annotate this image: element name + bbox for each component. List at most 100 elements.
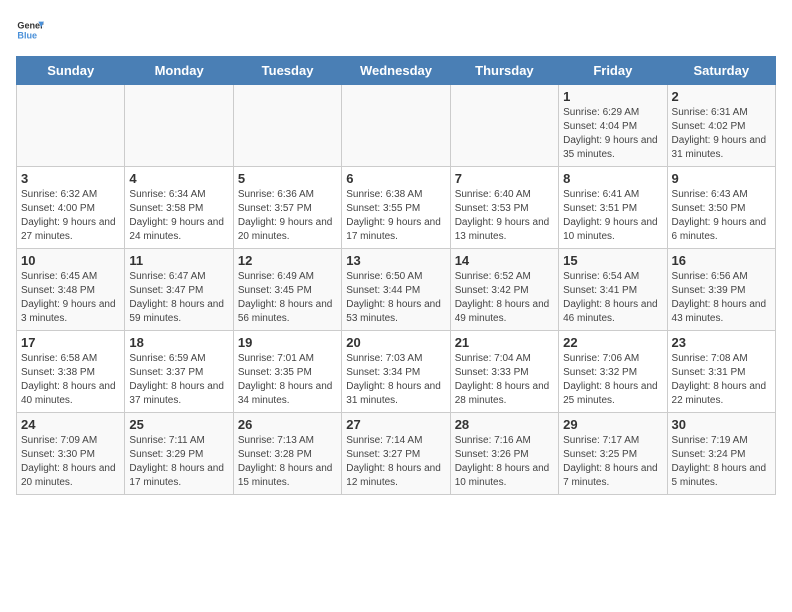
day-cell: 13 Sunrise: 6:50 AM Sunset: 3:44 PM Dayli… [342, 249, 450, 331]
day-cell: 6 Sunrise: 6:38 AM Sunset: 3:55 PM Daylig… [342, 167, 450, 249]
calendar-table: SundayMondayTuesdayWednesdayThursdayFrid… [16, 56, 776, 495]
day-number: 20 [346, 335, 445, 350]
day-info: Sunrise: 6:59 AM Sunset: 3:37 PM Dayligh… [129, 352, 228, 408]
day-number: 12 [238, 253, 337, 268]
day-cell: 16 Sunrise: 6:56 AM Sunset: 3:39 PM Dayli… [667, 249, 775, 331]
day-info: Sunrise: 6:29 AM Sunset: 4:04 PM Dayligh… [563, 106, 662, 162]
day-number: 29 [563, 417, 662, 432]
day-cell: 3 Sunrise: 6:32 AM Sunset: 4:00 PM Daylig… [17, 167, 125, 249]
day-number: 18 [129, 335, 228, 350]
day-info: Sunrise: 6:54 AM Sunset: 3:41 PM Dayligh… [563, 270, 662, 326]
day-info: Sunrise: 6:47 AM Sunset: 3:47 PM Dayligh… [129, 270, 228, 326]
svg-text:Blue: Blue [17, 30, 37, 40]
day-info: Sunrise: 7:13 AM Sunset: 3:28 PM Dayligh… [238, 434, 337, 490]
weekday-header-tuesday: Tuesday [233, 57, 341, 85]
day-cell: 18 Sunrise: 6:59 AM Sunset: 3:37 PM Dayli… [125, 331, 233, 413]
weekday-header-friday: Friday [559, 57, 667, 85]
day-number: 15 [563, 253, 662, 268]
day-cell: 23 Sunrise: 7:08 AM Sunset: 3:31 PM Dayli… [667, 331, 775, 413]
week-row-2: 3 Sunrise: 6:32 AM Sunset: 4:00 PM Daylig… [17, 167, 776, 249]
day-number: 3 [21, 171, 120, 186]
day-cell: 28 Sunrise: 7:16 AM Sunset: 3:26 PM Dayli… [450, 413, 558, 495]
day-info: Sunrise: 6:43 AM Sunset: 3:50 PM Dayligh… [672, 188, 771, 244]
day-cell: 11Sunrise: 6:47 AM Sunset: 3:47 PM Dayli… [125, 249, 233, 331]
weekday-header-thursday: Thursday [450, 57, 558, 85]
day-info: Sunrise: 6:36 AM Sunset: 3:57 PM Dayligh… [238, 188, 337, 244]
day-info: Sunrise: 6:31 AM Sunset: 4:02 PM Dayligh… [672, 106, 771, 162]
day-number: 22 [563, 335, 662, 350]
day-info: Sunrise: 7:03 AM Sunset: 3:34 PM Dayligh… [346, 352, 445, 408]
day-cell: 22 Sunrise: 7:06 AM Sunset: 3:32 PM Dayli… [559, 331, 667, 413]
day-number: 30 [672, 417, 771, 432]
day-cell [17, 85, 125, 167]
day-cell [125, 85, 233, 167]
weekday-header-monday: Monday [125, 57, 233, 85]
day-info: Sunrise: 6:58 AM Sunset: 3:38 PM Dayligh… [21, 352, 120, 408]
day-cell: 5 Sunrise: 6:36 AM Sunset: 3:57 PM Daylig… [233, 167, 341, 249]
day-cell: 12 Sunrise: 6:49 AM Sunset: 3:45 PM Dayli… [233, 249, 341, 331]
day-info: Sunrise: 6:38 AM Sunset: 3:55 PM Dayligh… [346, 188, 445, 244]
day-number: 16 [672, 253, 771, 268]
day-cell [233, 85, 341, 167]
day-cell: 14 Sunrise: 6:52 AM Sunset: 3:42 PM Dayli… [450, 249, 558, 331]
day-info: Sunrise: 7:01 AM Sunset: 3:35 PM Dayligh… [238, 352, 337, 408]
weekday-header-row: SundayMondayTuesdayWednesdayThursdayFrid… [17, 57, 776, 85]
day-cell: 1 Sunrise: 6:29 AM Sunset: 4:04 PM Daylig… [559, 85, 667, 167]
day-cell: 20 Sunrise: 7:03 AM Sunset: 3:34 PM Dayli… [342, 331, 450, 413]
day-number: 21 [455, 335, 554, 350]
day-number: 27 [346, 417, 445, 432]
day-info: Sunrise: 6:34 AM Sunset: 3:58 PM Dayligh… [129, 188, 228, 244]
day-cell: 7 Sunrise: 6:40 AM Sunset: 3:53 PM Daylig… [450, 167, 558, 249]
day-cell: 30 Sunrise: 7:19 AM Sunset: 3:24 PM Dayli… [667, 413, 775, 495]
day-number: 24 [21, 417, 120, 432]
day-info: Sunrise: 7:11 AM Sunset: 3:29 PM Dayligh… [129, 434, 228, 490]
day-number: 2 [672, 89, 771, 104]
day-cell: 10Sunrise: 6:45 AM Sunset: 3:48 PM Dayli… [17, 249, 125, 331]
day-info: Sunrise: 7:08 AM Sunset: 3:31 PM Dayligh… [672, 352, 771, 408]
day-info: Sunrise: 7:06 AM Sunset: 3:32 PM Dayligh… [563, 352, 662, 408]
day-number: 28 [455, 417, 554, 432]
day-number: 5 [238, 171, 337, 186]
day-number: 26 [238, 417, 337, 432]
day-cell: 24Sunrise: 7:09 AM Sunset: 3:30 PM Dayli… [17, 413, 125, 495]
day-cell: 2 Sunrise: 6:31 AM Sunset: 4:02 PM Daylig… [667, 85, 775, 167]
day-cell: 9 Sunrise: 6:43 AM Sunset: 3:50 PM Daylig… [667, 167, 775, 249]
week-row-1: 1 Sunrise: 6:29 AM Sunset: 4:04 PM Daylig… [17, 85, 776, 167]
day-number: 6 [346, 171, 445, 186]
weekday-header-wednesday: Wednesday [342, 57, 450, 85]
day-info: Sunrise: 7:19 AM Sunset: 3:24 PM Dayligh… [672, 434, 771, 490]
day-info: Sunrise: 6:40 AM Sunset: 3:53 PM Dayligh… [455, 188, 554, 244]
day-info: Sunrise: 6:49 AM Sunset: 3:45 PM Dayligh… [238, 270, 337, 326]
day-cell: 4 Sunrise: 6:34 AM Sunset: 3:58 PM Daylig… [125, 167, 233, 249]
day-info: Sunrise: 6:52 AM Sunset: 3:42 PM Dayligh… [455, 270, 554, 326]
day-cell: 19Sunrise: 7:01 AM Sunset: 3:35 PM Dayli… [233, 331, 341, 413]
day-cell: 8Sunrise: 6:41 AM Sunset: 3:51 PM Daylig… [559, 167, 667, 249]
day-number: 9 [672, 171, 771, 186]
header: General Blue [16, 16, 776, 44]
day-number: 17 [21, 335, 120, 350]
day-cell: 17 Sunrise: 6:58 AM Sunset: 3:38 PM Dayli… [17, 331, 125, 413]
logo-icon: General Blue [16, 16, 44, 44]
day-number: 13 [346, 253, 445, 268]
day-number: 14 [455, 253, 554, 268]
day-info: Sunrise: 7:16 AM Sunset: 3:26 PM Dayligh… [455, 434, 554, 490]
logo: General Blue [16, 16, 44, 44]
day-cell: 15 Sunrise: 6:54 AM Sunset: 3:41 PM Dayli… [559, 249, 667, 331]
day-cell: 25Sunrise: 7:11 AM Sunset: 3:29 PM Dayli… [125, 413, 233, 495]
day-info: Sunrise: 6:56 AM Sunset: 3:39 PM Dayligh… [672, 270, 771, 326]
day-info: Sunrise: 6:41 AM Sunset: 3:51 PM Dayligh… [563, 188, 662, 244]
day-cell [450, 85, 558, 167]
day-number: 4 [129, 171, 228, 186]
day-number: 23 [672, 335, 771, 350]
day-cell: 27 Sunrise: 7:14 AM Sunset: 3:27 PM Dayli… [342, 413, 450, 495]
weekday-header-saturday: Saturday [667, 57, 775, 85]
day-info: Sunrise: 6:50 AM Sunset: 3:44 PM Dayligh… [346, 270, 445, 326]
day-number: 7 [455, 171, 554, 186]
day-info: Sunrise: 7:14 AM Sunset: 3:27 PM Dayligh… [346, 434, 445, 490]
day-info: Sunrise: 6:45 AM Sunset: 3:48 PM Dayligh… [21, 270, 120, 326]
day-cell: 29 Sunrise: 7:17 AM Sunset: 3:25 PM Dayli… [559, 413, 667, 495]
day-number: 1 [563, 89, 662, 104]
day-cell: 21Sunrise: 7:04 AM Sunset: 3:33 PM Dayli… [450, 331, 558, 413]
day-info: Sunrise: 7:17 AM Sunset: 3:25 PM Dayligh… [563, 434, 662, 490]
day-info: Sunrise: 6:32 AM Sunset: 4:00 PM Dayligh… [21, 188, 120, 244]
